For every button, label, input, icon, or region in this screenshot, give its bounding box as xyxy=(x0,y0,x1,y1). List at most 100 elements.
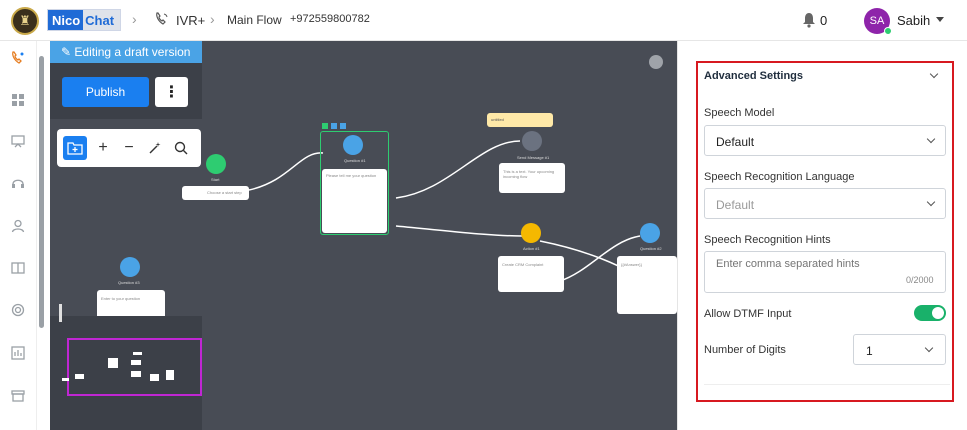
more-options-button[interactable]: ⋮ xyxy=(155,77,188,107)
caret-down-icon[interactable] xyxy=(936,17,944,22)
node-body: Choose a start step xyxy=(207,190,242,195)
publish-button[interactable]: Publish xyxy=(62,77,149,107)
plus-icon: + xyxy=(98,139,108,156)
brand-nico: Nico xyxy=(48,10,84,30)
ivr-nav-icon[interactable] xyxy=(11,51,25,65)
dtmf-input-label: Allow DTMF Input xyxy=(704,308,792,320)
speech-model-label: Speech Model xyxy=(704,107,775,119)
minimap-node xyxy=(131,371,141,377)
archive-icon[interactable] xyxy=(11,389,25,403)
chevron-down-icon[interactable] xyxy=(929,69,939,79)
node-body: This is a text. Your upcoming incoming f… xyxy=(503,169,555,179)
question-node-icon[interactable] xyxy=(120,257,140,277)
action-node[interactable]: Create CRM Complaint xyxy=(498,256,564,292)
book-icon[interactable] xyxy=(11,261,25,275)
minimap-node xyxy=(131,360,141,365)
speech-model-value: Default xyxy=(716,135,755,149)
headset-icon[interactable] xyxy=(11,176,25,190)
node-body: {{#Answer}} xyxy=(621,262,642,267)
org-logo[interactable]: ♜ xyxy=(11,7,39,35)
action-node-icon[interactable] xyxy=(521,223,541,243)
message-node-icon[interactable] xyxy=(522,131,542,151)
dashboard-icon[interactable] xyxy=(11,93,25,107)
start-node-icon[interactable] xyxy=(206,154,226,174)
folder-plus-icon xyxy=(67,142,83,155)
toggle-knob xyxy=(932,307,944,319)
publish-panel: Publish ⋮ xyxy=(50,63,202,119)
zoom-in-tool[interactable]: + xyxy=(91,136,115,160)
magic-wand-icon xyxy=(149,142,161,154)
top-bar: ♜ Nico Chat › IVR+ › Main Flow +97255980… xyxy=(0,0,967,41)
node-tool-icon[interactable] xyxy=(331,123,337,129)
bell-icon[interactable] xyxy=(802,12,816,28)
user-icon[interactable] xyxy=(11,219,25,233)
node-tool-icon[interactable] xyxy=(340,123,346,129)
sticky-note[interactable]: untitled xyxy=(487,113,553,127)
zoom-out-tool[interactable]: − xyxy=(117,136,141,160)
flow-canvas[interactable]: ✎ Editing a draft version Publish ⋮ + − … xyxy=(50,41,677,430)
minus-icon: − xyxy=(124,139,134,156)
digits-label: Number of Digits xyxy=(704,344,786,356)
node-tool-icon[interactable] xyxy=(322,123,328,129)
hints-char-counter: 0/2000 xyxy=(906,275,934,285)
upload-icon[interactable] xyxy=(649,55,663,69)
node-title: Action #1 xyxy=(523,246,540,251)
canvas-toolbar: + − xyxy=(57,129,201,167)
draft-banner-text: Editing a draft version xyxy=(74,45,191,59)
node-title: Send Message #1 xyxy=(517,155,550,160)
node-settings-panel: Advanced Settings Speech Model Default S… xyxy=(677,41,967,430)
rail-scrollbar[interactable] xyxy=(39,56,44,328)
digits-value: 1 xyxy=(866,344,873,358)
node-body: Enter to your question xyxy=(101,296,141,301)
minimap[interactable] xyxy=(50,304,202,430)
node-body: Create CRM Complaint xyxy=(502,262,544,267)
question-node-2[interactable]: {{#Answer}} xyxy=(617,256,677,314)
send-message-node[interactable]: This is a text. Your upcoming incoming f… xyxy=(499,163,565,193)
speech-language-value: Default xyxy=(716,198,755,212)
speech-language-select[interactable]: Default xyxy=(704,188,946,219)
speech-hints-input[interactable] xyxy=(704,251,946,293)
chevron-right-icon: › xyxy=(210,11,215,27)
question-node-icon[interactable] xyxy=(640,223,660,243)
search-tool[interactable] xyxy=(169,136,193,160)
speech-language-label: Speech Recognition Language xyxy=(704,171,855,183)
node-title: Question #3 xyxy=(118,280,140,285)
node-body: Please tell me your question xyxy=(326,173,377,178)
minimap-node xyxy=(108,358,118,368)
breadcrumb-ivr[interactable]: IVR+ xyxy=(176,13,205,28)
left-nav-rail xyxy=(0,41,37,430)
question-node[interactable]: Please tell me your question xyxy=(322,169,387,233)
nicochat-logo[interactable]: Nico Chat xyxy=(47,9,122,31)
analytics-icon[interactable] xyxy=(11,346,25,360)
auto-arrange-tool[interactable] xyxy=(143,136,167,160)
brand-chat: Chat xyxy=(83,10,121,30)
minimap-node xyxy=(75,374,84,379)
add-folder-tool[interactable] xyxy=(63,136,87,160)
support-icon[interactable] xyxy=(11,303,25,317)
advanced-settings-title[interactable]: Advanced Settings xyxy=(704,70,803,82)
breadcrumb-phone: +972559800782 xyxy=(290,13,370,25)
minimap-node xyxy=(62,378,69,381)
search-icon xyxy=(174,141,188,155)
minimap-node xyxy=(150,374,159,381)
phone-tree-icon xyxy=(156,12,168,25)
start-node[interactable]: Choose a start step xyxy=(182,186,249,200)
speech-model-select[interactable]: Default xyxy=(704,125,946,156)
draft-version-banner: ✎ Editing a draft version xyxy=(50,41,202,63)
user-name[interactable]: Sabih xyxy=(897,13,930,28)
notification-count: 0 xyxy=(820,13,828,28)
online-status-dot xyxy=(884,27,892,35)
node-title: Question #2 xyxy=(640,246,662,251)
chevron-right-icon: › xyxy=(132,11,137,27)
minimap-handle[interactable] xyxy=(59,304,62,322)
minimap-viewport[interactable] xyxy=(67,338,202,396)
minimap-node xyxy=(133,352,142,355)
broadcast-icon[interactable] xyxy=(11,134,25,148)
node-title: Start xyxy=(211,177,220,182)
speech-hints-label: Speech Recognition Hints xyxy=(704,234,831,246)
section-divider xyxy=(704,384,950,385)
digits-select[interactable]: 1 xyxy=(853,334,946,365)
note-text: untitled xyxy=(491,117,504,122)
breadcrumb-flow[interactable]: Main Flow xyxy=(227,13,282,27)
dtmf-toggle[interactable] xyxy=(914,305,946,321)
